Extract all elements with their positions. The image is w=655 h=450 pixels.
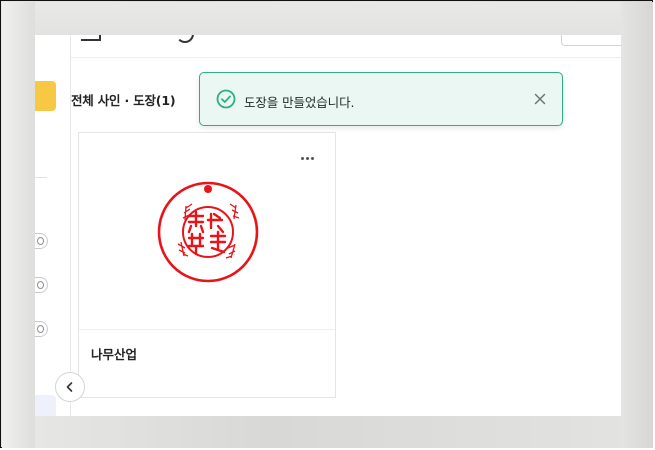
section-heading: 전체 사인 · 도장(1) xyxy=(71,93,176,108)
stamp-card[interactable]: 나무산업 xyxy=(78,132,336,398)
backdrop-bottom xyxy=(35,416,621,448)
stamp-preview[interactable] xyxy=(79,133,335,330)
collapse-sidebar-button[interactable] xyxy=(55,372,85,402)
more-horizontal-icon[interactable] xyxy=(297,151,317,165)
check-circle-icon xyxy=(216,89,236,109)
sidebar xyxy=(35,35,71,416)
screenshot-frame: 전체 사인 · 도장(1) 나무산업 도장을 만들었습니다. xyxy=(0,0,653,448)
backdrop-top xyxy=(35,2,621,35)
close-icon[interactable] xyxy=(530,89,550,109)
sidebar-item-active[interactable] xyxy=(35,395,56,416)
toast-message: 도장을 만들었습니다. xyxy=(244,95,355,110)
sidebar-toggle[interactable] xyxy=(35,321,48,337)
topbar xyxy=(71,35,621,58)
page-title-fragment xyxy=(176,35,194,43)
sidebar-divider xyxy=(35,177,47,178)
success-toast: 도장을 만들었습니다. xyxy=(199,72,563,126)
sidebar-primary-button[interactable] xyxy=(35,81,56,111)
chevron-left-icon xyxy=(66,382,73,392)
stamp-image xyxy=(157,181,259,283)
stamp-name: 나무산업 xyxy=(91,347,138,362)
backdrop-right xyxy=(621,2,653,448)
topbar-button[interactable] xyxy=(561,35,621,46)
backdrop-left xyxy=(2,2,35,448)
sidebar-toggle[interactable] xyxy=(35,277,48,293)
sidebar-toggle[interactable] xyxy=(35,233,48,249)
page-title-fragment xyxy=(81,35,101,41)
